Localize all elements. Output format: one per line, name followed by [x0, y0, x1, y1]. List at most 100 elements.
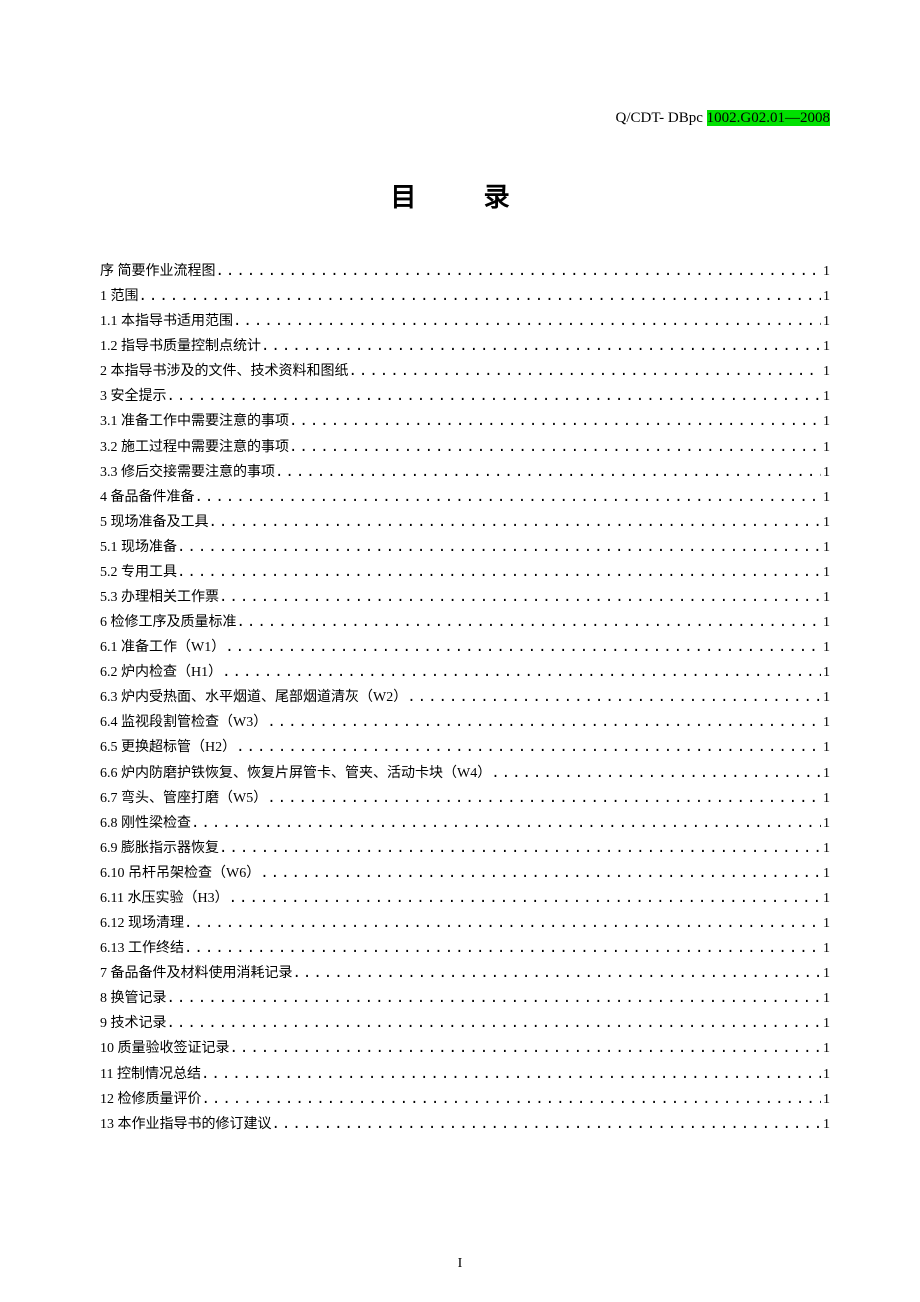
toc-leader [230, 1036, 822, 1060]
toc-row: 6.11 水压实验（H3） 1 [100, 886, 830, 911]
toc-page-number: 1 [821, 787, 830, 811]
toc-page-number: 1 [821, 686, 830, 710]
toc-leader [167, 986, 822, 1010]
toc-label: 6.5 更换超标管（H2） [100, 736, 236, 760]
toc-label: 10 质量验收签证记录 [100, 1037, 230, 1061]
toc-page-number: 1 [821, 385, 830, 409]
toc-page-number: 1 [821, 360, 830, 384]
toc-row: 6.9 膨胀指示器恢复1 [100, 836, 830, 861]
toc-page-number: 1 [821, 486, 830, 510]
toc-label: 6.2 炉内检查（H1） [100, 661, 222, 685]
toc-page-number: 1 [821, 1063, 830, 1087]
toc-row: 6.1 准备工作（W1）1 [100, 635, 830, 660]
toc-row: 6.3 炉内受热面、水平烟道、尾部烟道清灰（W2） 1 [100, 685, 830, 710]
toc-row: 6.2 炉内检查（H1） 1 [100, 660, 830, 685]
toc-row: 序 简要作业流程图1 [100, 259, 830, 284]
toc-leader [167, 1011, 822, 1035]
toc-leader [272, 1112, 822, 1136]
toc-row: 6.10 吊杆吊架检查（W6）1 [100, 861, 830, 886]
toc-label: 6.12 现场清理 [100, 912, 184, 936]
toc-row: 10 质量验收签证记录1 [100, 1036, 830, 1061]
toc-label: 6.10 吊杆吊架检查（W6） [100, 862, 260, 886]
toc-leader [167, 384, 822, 408]
toc-page-number: 1 [821, 837, 830, 861]
toc-label: 6.11 水压实验（H3） [100, 887, 229, 911]
toc-label: 9 技术记录 [100, 1012, 167, 1036]
toc-leader [225, 635, 821, 659]
toc-label: 6.3 炉内受热面、水平烟道、尾部烟道清灰（W2） [100, 686, 407, 710]
toc-page-number: 1 [821, 887, 830, 911]
toc-leader [202, 1087, 822, 1111]
toc-label: 6 检修工序及质量标准 [100, 611, 237, 635]
toc-label: 3.2 施工过程中需要注意的事项 [100, 436, 289, 460]
toc-leader [267, 786, 821, 810]
toc-leader [195, 485, 822, 509]
page-number: I [0, 1256, 920, 1272]
toc-row: 1.2 指导书质量控制点统计1 [100, 334, 830, 359]
toc-row: 8 换管记录1 [100, 986, 830, 1011]
toc-label: 5.3 办理相关工作票 [100, 586, 219, 610]
toc-leader [293, 961, 822, 985]
toc-label: 3.1 准备工作中需要注意的事项 [100, 410, 289, 434]
toc-page-number: 1 [821, 586, 830, 610]
toc-label: 3 安全提示 [100, 385, 167, 409]
toc-page-number: 1 [821, 736, 830, 760]
toc-page-number: 1 [821, 461, 830, 485]
toc-leader [491, 761, 821, 785]
toc-page-number: 1 [821, 962, 830, 986]
toc-page-number: 1 [821, 436, 830, 460]
toc-row: 11 控制情况总结1 [100, 1062, 830, 1087]
toc-leader [267, 710, 821, 734]
toc-leader [184, 936, 821, 960]
toc-page-number: 1 [821, 987, 830, 1011]
toc-page-number: 1 [821, 561, 830, 585]
toc-leader [184, 911, 821, 935]
document-code-prefix: Q/CDT- DBpc [616, 110, 707, 126]
toc-page-number: 1 [821, 661, 830, 685]
table-of-contents: 序 简要作业流程图11 范围11.1 本指导书适用范围11.2 指导书质量控制点… [100, 259, 830, 1137]
toc-page-number: 1 [821, 410, 830, 434]
toc-label: 7 备品备件及材料使用消耗记录 [100, 962, 293, 986]
toc-label: 序 简要作业流程图 [100, 260, 216, 284]
toc-row: 3.1 准备工作中需要注意的事项 1 [100, 409, 830, 434]
toc-row: 2 本指导书涉及的文件、技术资料和图纸1 [100, 359, 830, 384]
toc-row: 5.2 专用工具 1 [100, 560, 830, 585]
toc-row: 4 备品备件准备 1 [100, 485, 830, 510]
toc-label: 6.6 炉内防磨护铁恢复、恢复片屏管卡、管夹、活动卡块（W4） [100, 762, 491, 786]
toc-row: 9 技术记录 1 [100, 1011, 830, 1036]
toc-row: 5.1 现场准备1 [100, 535, 830, 560]
toc-leader [216, 259, 822, 283]
toc-leader [229, 886, 821, 910]
toc-row: 6.8 刚性梁检查1 [100, 811, 830, 836]
toc-label: 13 本作业指导书的修订建议 [100, 1113, 272, 1137]
toc-leader [177, 535, 821, 559]
toc-leader [261, 334, 821, 358]
toc-page-number: 1 [821, 937, 830, 961]
toc-page-number: 1 [821, 536, 830, 560]
toc-row: 13 本作业指导书的修订建议 1 [100, 1112, 830, 1137]
toc-leader [407, 685, 821, 709]
toc-leader [289, 435, 821, 459]
toc-label: 6.13 工作终结 [100, 937, 184, 961]
toc-row: 5 现场准备及工具1 [100, 510, 830, 535]
toc-row: 1 范围1 [100, 284, 830, 309]
toc-row: 6.6 炉内防磨护铁恢复、恢复片屏管卡、管夹、活动卡块（W4）1 [100, 761, 830, 786]
toc-row: 3.3 修后交接需要注意的事项1 [100, 460, 830, 485]
toc-label: 5.2 专用工具 [100, 561, 177, 585]
toc-page-number: 1 [821, 1113, 830, 1137]
toc-leader [219, 836, 821, 860]
toc-row: 1.1 本指导书适用范围1 [100, 309, 830, 334]
toc-page-number: 1 [821, 711, 830, 735]
toc-leader [237, 610, 822, 634]
toc-label: 5 现场准备及工具 [100, 511, 209, 535]
toc-row: 6.7 弯头、管座打磨（W5） 1 [100, 786, 830, 811]
toc-page-number: 1 [821, 1012, 830, 1036]
document-code-highlight: 1002.G02.01—2008 [707, 110, 830, 126]
toc-label: 4 备品备件准备 [100, 486, 195, 510]
toc-leader [177, 560, 821, 584]
toc-leader [139, 284, 822, 308]
toc-label: 6.7 弯头、管座打磨（W5） [100, 787, 267, 811]
toc-row: 3 安全提示 1 [100, 384, 830, 409]
toc-row: 5.3 办理相关工作票 1 [100, 585, 830, 610]
toc-leader [233, 309, 821, 333]
